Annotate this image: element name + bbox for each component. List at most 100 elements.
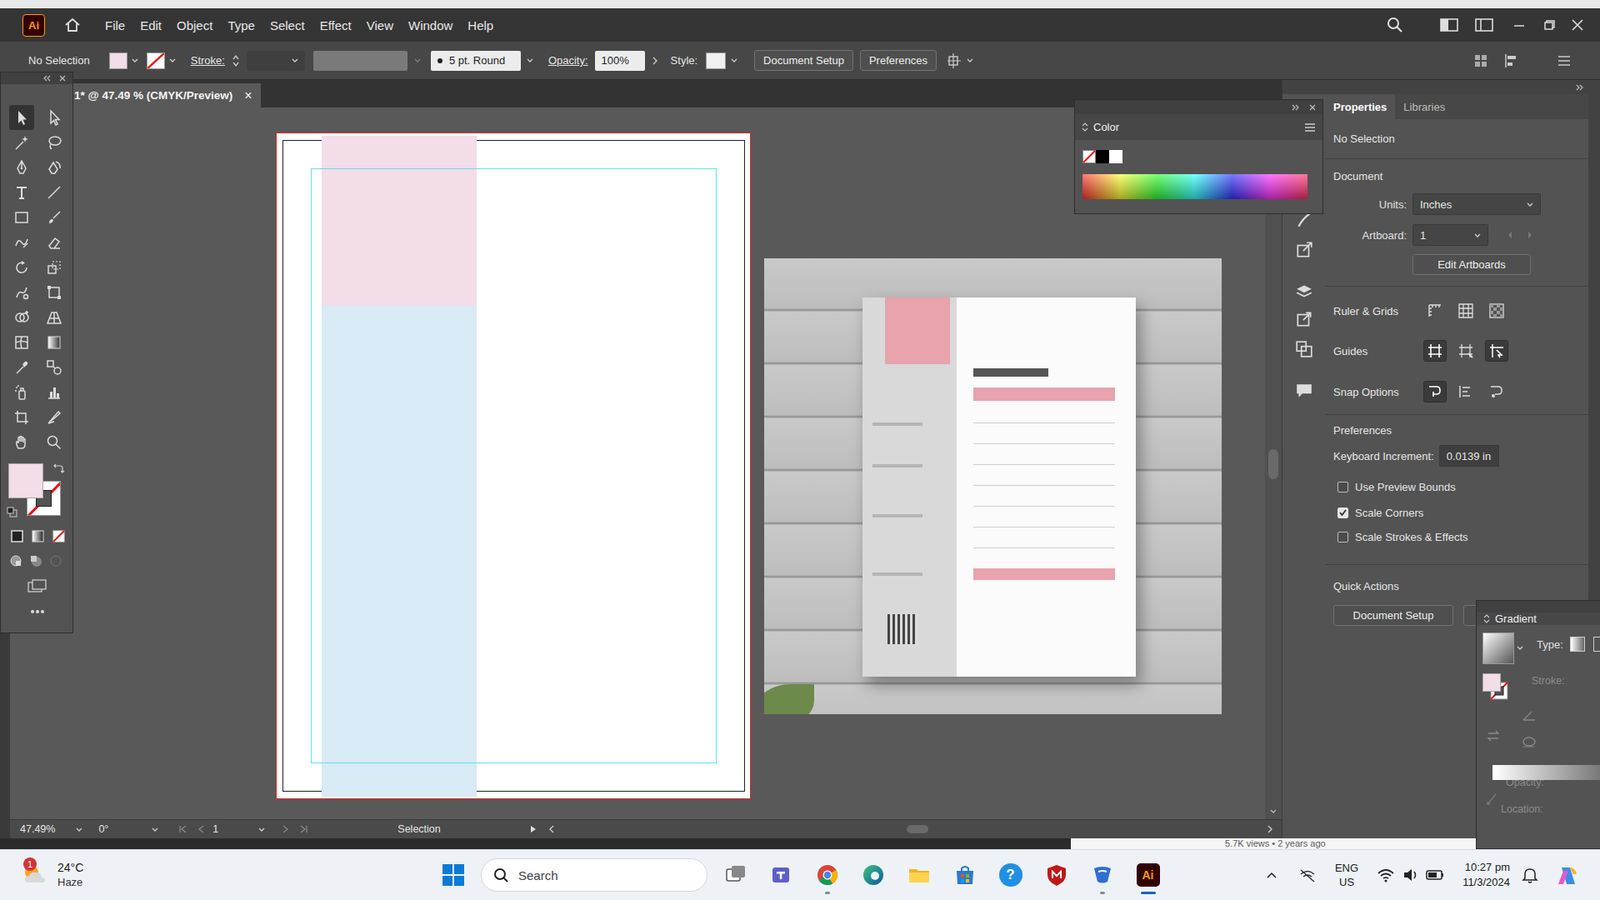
tool-button[interactable]	[41, 355, 67, 380]
menu-item[interactable]: Edit	[132, 15, 170, 36]
wifi-icon[interactable]	[1376, 866, 1395, 884]
checkbox[interactable]	[1337, 481, 1349, 493]
battery-icon[interactable]	[1425, 866, 1445, 884]
notifications-icon[interactable]	[1521, 866, 1539, 884]
next-artboard-icon[interactable]	[1526, 230, 1534, 240]
style-swatch[interactable]	[705, 52, 726, 70]
taskbar-app[interactable]	[1079, 854, 1125, 896]
scroll-down-icon[interactable]	[1270, 808, 1277, 815]
menu-item[interactable]: File	[97, 15, 133, 36]
dropdown-arrow-icon[interactable]	[1474, 232, 1481, 239]
swap-fill-stroke-icon[interactable]	[52, 463, 65, 475]
document-tab[interactable]: 1* @ 47.49 % (CMYK/Preview)×	[51, 83, 261, 108]
opacity-field[interactable]: 100%	[595, 50, 645, 71]
taskbar-app[interactable]	[758, 854, 805, 896]
align-icon[interactable]	[1473, 52, 1489, 70]
dropdown-arrow-icon[interactable]	[730, 57, 738, 64]
panel-menu-icon[interactable]	[1556, 52, 1572, 70]
pink-rectangle[interactable]	[321, 135, 477, 306]
dropdown-arrow-icon[interactable]	[414, 57, 421, 64]
taskbar-app[interactable]	[850, 854, 896, 896]
white-swatch[interactable]	[1109, 150, 1123, 164]
export-icon[interactable]	[1295, 240, 1314, 260]
canvas-area[interactable]	[10, 107, 1265, 820]
checkbox-row[interactable]: Scale Corners	[1333, 501, 1579, 524]
current-tool[interactable]: Selection	[397, 823, 440, 835]
gradient-preview[interactable]	[1482, 632, 1515, 665]
comments-icon[interactable]	[1295, 381, 1314, 400]
keyboard-increment-field[interactable]: 0.0139 in	[1439, 445, 1500, 467]
tool-button[interactable]	[9, 105, 35, 130]
tool-button[interactable]	[41, 255, 67, 280]
tool-button[interactable]	[9, 380, 35, 405]
dropdown-arrow-icon[interactable]	[526, 57, 534, 64]
menu-item[interactable]: View	[359, 15, 401, 36]
toggle-button[interactable]	[1423, 300, 1447, 322]
checkbox[interactable]	[1337, 507, 1349, 519]
artboard[interactable]	[275, 132, 751, 800]
vertical-scrollbar[interactable]	[1265, 107, 1282, 820]
workspace-icon[interactable]	[1440, 16, 1459, 34]
edit-toolbar-icon[interactable]	[30, 609, 45, 615]
toggle-button[interactable]	[1423, 380, 1447, 403]
menu-item[interactable]: Window	[400, 15, 460, 36]
zoom-level[interactable]: 47.49%	[20, 823, 55, 835]
panel-tab[interactable]: Libraries	[1395, 94, 1454, 120]
artboard-number[interactable]: 1	[212, 823, 219, 835]
menu-item[interactable]: Help	[460, 15, 501, 36]
start-icon[interactable]	[440, 862, 466, 888]
toggle-button[interactable]	[1454, 340, 1478, 362]
tool-button[interactable]	[9, 255, 35, 280]
tool-button[interactable]	[9, 180, 35, 205]
panel-expand-icon[interactable]	[1081, 122, 1089, 132]
fill-swatch[interactable]	[109, 52, 128, 70]
clock[interactable]: 10:27 pm11/3/2024	[1462, 860, 1510, 890]
taskbar-app[interactable]: Ai	[1125, 854, 1171, 896]
toggle-button[interactable]	[1454, 300, 1478, 322]
dropdown-arrow-icon[interactable]	[258, 826, 265, 833]
linear-type-button[interactable]	[1570, 636, 1585, 652]
taskbar-app[interactable]	[804, 854, 850, 896]
tool-button[interactable]	[41, 330, 67, 355]
home-icon[interactable]	[64, 16, 81, 34]
toggle-button[interactable]	[1485, 340, 1509, 362]
panel-expand-icon[interactable]	[1483, 614, 1490, 624]
language-indicator[interactable]: ENGUS	[1335, 860, 1359, 890]
distribute-icon[interactable]	[1503, 52, 1519, 70]
none-mode-icon[interactable]	[52, 530, 65, 543]
tool-button[interactable]	[41, 130, 67, 155]
default-fill-stroke-icon[interactable]	[6, 506, 18, 518]
tool-button[interactable]	[9, 205, 35, 230]
minimize-icon[interactable]	[1511, 17, 1527, 33]
copilot-icon[interactable]	[1556, 864, 1579, 886]
radial-type-button[interactable]	[1593, 636, 1600, 652]
collapse-panels-icon[interactable]	[1575, 84, 1584, 91]
black-swatch[interactable]	[1095, 150, 1110, 164]
first-artboard-icon[interactable]	[178, 825, 187, 834]
panel-tab[interactable]: Properties	[1325, 94, 1395, 120]
menu-item[interactable]: Type	[220, 15, 263, 36]
quick-action-button[interactable]: Document Setup	[1333, 605, 1454, 626]
tool-button[interactable]	[9, 155, 35, 180]
taskbar-app[interactable]	[941, 854, 988, 896]
draw-normal-icon[interactable]	[9, 554, 23, 568]
panel-menu-icon[interactable]	[1304, 122, 1316, 133]
rotation-value[interactable]: 0°	[98, 823, 109, 835]
close-icon[interactable]	[59, 75, 66, 82]
status-menu-icon[interactable]	[530, 825, 537, 834]
dropdown-arrow-icon[interactable]	[966, 57, 974, 64]
tool-button[interactable]	[9, 430, 35, 455]
toggle-button[interactable]	[1485, 380, 1509, 403]
color-mode-icon[interactable]	[10, 530, 24, 543]
arrange-documents-icon[interactable]	[946, 52, 964, 70]
control-bar-button[interactable]: Preferences	[860, 50, 937, 71]
artboard-dropdown[interactable]: 1	[1412, 224, 1489, 246]
menu-item[interactable]: Effect	[312, 15, 360, 36]
tool-button[interactable]	[41, 105, 67, 130]
volume-icon[interactable]	[1402, 866, 1420, 884]
checkbox-row[interactable]: Use Preview Bounds	[1333, 475, 1579, 498]
tool-button[interactable]	[9, 405, 35, 430]
stroke-weight-field[interactable]	[246, 50, 305, 71]
arrange-icon[interactable]	[1475, 16, 1494, 34]
toggle-button[interactable]	[1485, 300, 1509, 322]
